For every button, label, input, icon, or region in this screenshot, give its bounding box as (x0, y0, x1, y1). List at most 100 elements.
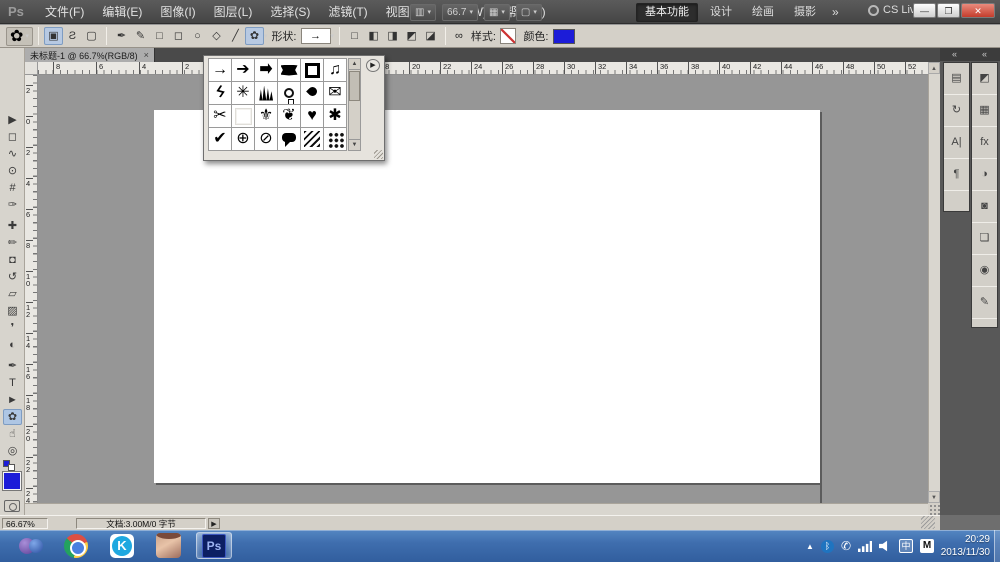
taskbar-qq-avatar[interactable] (150, 532, 186, 559)
bluetooth-icon[interactable]: ᛒ (820, 539, 834, 553)
quick-select-tool[interactable]: ⊙ (3, 163, 22, 179)
shape-arrow-1[interactable]: → (209, 59, 232, 82)
shape-blank-frame[interactable] (232, 105, 255, 128)
workspace-2[interactable]: 绘画 (744, 4, 782, 21)
shape-diagonal-stripes[interactable] (301, 128, 324, 151)
quick-mask-button[interactable] (4, 500, 20, 512)
dodge-tool[interactable]: ◐ (3, 337, 22, 353)
adjustments-panel[interactable]: ◑ (972, 166, 997, 183)
move-tool[interactable]: ▶ (3, 112, 22, 128)
workspace-overflow-icon[interactable]: » (828, 5, 843, 19)
shape-envelope[interactable]: ✉ (324, 82, 347, 105)
line-tool-button[interactable]: ╱ (226, 27, 245, 45)
layers-panel[interactable]: ❏ (972, 230, 997, 247)
brush-tool[interactable]: ✏ (3, 235, 22, 251)
minimize-button[interactable]: — (913, 3, 936, 18)
healing-brush-tool[interactable]: ✚ (3, 218, 22, 234)
shape-checkmark[interactable]: ✔ (209, 128, 232, 151)
mini-bridge-panel[interactable]: ▤ (944, 70, 969, 87)
paragraph-panel[interactable]: ¶ (944, 166, 969, 183)
restore-button[interactable]: ❐ (937, 3, 960, 18)
shape-speech-bubble[interactable] (278, 128, 301, 151)
zoom-level-dropdown[interactable]: 66.7 ▾ (441, 3, 478, 21)
fill-pixels-mode[interactable]: ▢ (82, 27, 101, 45)
shape-light-bulb[interactable] (278, 82, 301, 105)
panel-resize-grip[interactable] (374, 150, 383, 159)
show-desktop-button[interactable] (994, 530, 1000, 562)
shape-pushpin[interactable] (301, 82, 324, 105)
close-icon[interactable]: × (144, 50, 149, 60)
intersect-shape-button[interactable]: ◩ (402, 27, 421, 45)
path-select-tool[interactable]: ► (3, 392, 22, 408)
shape-starburst[interactable]: ✳ (232, 82, 255, 105)
rounded-rectangle-button[interactable]: ◻ (169, 27, 188, 45)
shape-grass[interactable] (255, 82, 278, 105)
shape-frame[interactable] (301, 59, 324, 82)
gradient-tool[interactable]: ▨ (3, 303, 22, 319)
swatches-panel[interactable]: ▦ (972, 102, 997, 119)
marquee-tool[interactable]: ◻ (3, 129, 22, 145)
shape-splat[interactable]: ✱ (324, 105, 347, 128)
link-icon[interactable]: ∞ (455, 30, 463, 42)
pen-tool-button[interactable]: ✒ (112, 27, 131, 45)
menu-item-2[interactable]: 图像(I) (151, 0, 204, 24)
picker-flyout-menu-icon[interactable]: ▶ (366, 59, 380, 72)
history-brush-tool[interactable]: ↺ (3, 269, 22, 285)
shape-scissors[interactable]: ✂ (209, 105, 232, 128)
status-menu-icon[interactable]: ▶ (208, 518, 220, 529)
start-button[interactable] (14, 532, 48, 559)
scrollbar-thumb[interactable] (349, 71, 360, 101)
shape-picker-scrollbar[interactable]: ▲ ▼ (348, 58, 361, 151)
arrange-documents-button[interactable]: ▦ ▾ (483, 3, 510, 21)
hand-tool[interactable]: ☝ (3, 426, 22, 442)
pen-tool[interactable]: ✒ (3, 358, 22, 374)
shape-banner[interactable] (278, 59, 301, 82)
history-panel[interactable]: ↻ (944, 102, 969, 119)
phone-app-icon[interactable]: ✆ (841, 539, 851, 553)
paths-mode[interactable]: Ƨ (63, 27, 82, 45)
shape-arrow-2[interactable]: ➔ (232, 59, 255, 82)
document-tab[interactable]: 未标题-1 @ 66.7%(RGB/8) × (25, 48, 155, 62)
window-resize-grip[interactable] (921, 516, 935, 529)
vertical-scrollbar[interactable]: ▲ ▼ (928, 62, 940, 503)
volume-icon[interactable] (879, 540, 888, 552)
scroll-down-icon[interactable]: ▼ (349, 139, 360, 150)
shape-target[interactable]: ⊕ (232, 128, 255, 151)
screen-mode-button[interactable]: ▢ ▾ (515, 3, 542, 21)
shape-musical-notes[interactable]: ♫ (324, 59, 347, 82)
collapse-panels-icon[interactable]: « (982, 48, 987, 60)
color-swatch[interactable] (552, 28, 575, 44)
eyedropper-tool[interactable]: ✑ (3, 197, 22, 213)
menu-item-1[interactable]: 编辑(E) (93, 0, 151, 24)
collapse-panels-icon[interactable]: « (952, 48, 957, 60)
network-signal-icon[interactable] (858, 540, 872, 552)
input-method-icon[interactable]: M (920, 539, 934, 553)
ime-indicator[interactable]: 中 (899, 539, 913, 553)
taskbar-clock[interactable]: 20:29 2013/11/30 (936, 533, 990, 559)
shape-dots-grid[interactable] (324, 128, 347, 151)
tool-preset-picker[interactable]: ✿ ▾ (6, 26, 33, 46)
character-panel[interactable]: A| (944, 134, 969, 151)
color-panel[interactable]: ◩ (972, 70, 997, 87)
menu-item-0[interactable]: 文件(F) (36, 0, 93, 24)
shape-preview-dropdown[interactable]: → (300, 28, 331, 44)
taskbar-kugou[interactable]: K (104, 532, 140, 559)
styles-panel[interactable]: fx (972, 134, 997, 151)
zoom-tool[interactable]: ◎ (3, 443, 22, 459)
subtract-from-shape-button[interactable]: ◨ (383, 27, 402, 45)
clone-stamp-tool[interactable]: ◘ (3, 252, 22, 268)
eraser-tool[interactable]: ▱ (3, 286, 22, 302)
scroll-up-icon[interactable]: ▲ (349, 59, 360, 70)
zoom-percent-field[interactable]: 66.67% (2, 518, 48, 529)
paths-panel[interactable]: ✎ (972, 294, 997, 311)
workspace-3[interactable]: 摄影 (786, 4, 824, 21)
new-shape-layer-button[interactable]: □ (345, 27, 364, 45)
shape-fleur-de-lis[interactable]: ⚜ (255, 105, 278, 128)
channels-panel[interactable]: ◉ (972, 262, 997, 279)
taskbar-chrome[interactable] (58, 532, 94, 559)
default-colors-icon[interactable] (3, 460, 17, 471)
shape-arrow-3[interactable]: ➡ (255, 59, 278, 82)
add-to-shape-button[interactable]: ◧ (364, 27, 383, 45)
menu-item-4[interactable]: 选择(S) (261, 0, 319, 24)
view-extras-button[interactable]: ▥ ▾ (410, 3, 436, 21)
